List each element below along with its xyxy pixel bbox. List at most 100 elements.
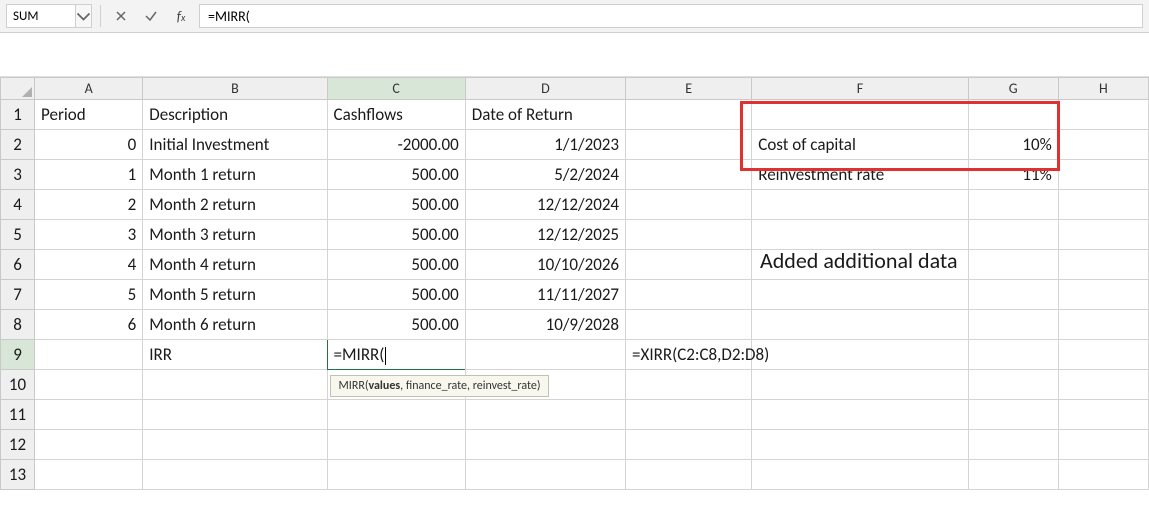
- col-header-D[interactable]: D: [465, 78, 625, 100]
- row-header-1[interactable]: 1: [1, 100, 35, 130]
- function-tooltip[interactable]: MIRR(values, finance_rate, reinvest_rate…: [330, 375, 550, 397]
- select-all-corner[interactable]: [1, 78, 35, 100]
- cell-A10[interactable]: [35, 370, 143, 400]
- cell-E10[interactable]: [626, 370, 752, 400]
- cell-F13[interactable]: [752, 460, 968, 490]
- cell-C8[interactable]: 500.00: [327, 310, 465, 340]
- cell-G10[interactable]: [968, 370, 1058, 400]
- cell-G7[interactable]: [968, 280, 1058, 310]
- cell-H9[interactable]: [1058, 340, 1148, 370]
- cell-F6[interactable]: [752, 250, 968, 280]
- row-header-8[interactable]: 8: [1, 310, 35, 340]
- cell-E9[interactable]: =XIRR(C2:C8,D2:D8): [626, 340, 752, 370]
- cell-A1[interactable]: Period: [35, 100, 143, 130]
- cell-H8[interactable]: [1058, 310, 1148, 340]
- cell-D11[interactable]: [465, 400, 625, 430]
- col-header-C[interactable]: C: [327, 78, 465, 100]
- cell-A7[interactable]: 5: [35, 280, 143, 310]
- enter-button[interactable]: [139, 4, 163, 28]
- cell-G4[interactable]: [968, 190, 1058, 220]
- cell-H6[interactable]: [1058, 250, 1148, 280]
- cell-H2[interactable]: [1058, 130, 1148, 160]
- cell-H3[interactable]: [1058, 160, 1148, 190]
- cell-G11[interactable]: [968, 400, 1058, 430]
- cell-E1[interactable]: [626, 100, 752, 130]
- cell-G3[interactable]: 11%: [968, 160, 1058, 190]
- row-header-3[interactable]: 3: [1, 160, 35, 190]
- col-header-G[interactable]: G: [968, 78, 1058, 100]
- cell-F3[interactable]: Reinvestment rate: [752, 160, 968, 190]
- cell-B8[interactable]: Month 6 return: [143, 310, 327, 340]
- cell-G1[interactable]: [968, 100, 1058, 130]
- cell-E11[interactable]: [626, 400, 752, 430]
- cell-A6[interactable]: 4: [35, 250, 143, 280]
- cell-G9[interactable]: [968, 340, 1058, 370]
- cell-F4[interactable]: [752, 190, 968, 220]
- cell-E4[interactable]: [626, 190, 752, 220]
- row-header-13[interactable]: 13: [1, 460, 35, 490]
- cell-A3[interactable]: 1: [35, 160, 143, 190]
- cell-E8[interactable]: [626, 310, 752, 340]
- cell-H1[interactable]: [1058, 100, 1148, 130]
- cell-C9[interactable]: =MIRR( MIRR(values, finance_rate, reinve…: [327, 340, 465, 370]
- cell-B7[interactable]: Month 5 return: [143, 280, 327, 310]
- cell-F1[interactable]: [752, 100, 968, 130]
- cell-H12[interactable]: [1058, 430, 1148, 460]
- cell-D7[interactable]: 11/11/2027: [465, 280, 625, 310]
- name-box[interactable]: SUM: [6, 4, 76, 28]
- cell-A9[interactable]: [35, 340, 143, 370]
- cell-F12[interactable]: [752, 430, 968, 460]
- cell-E13[interactable]: [626, 460, 752, 490]
- cell-B1[interactable]: Description: [143, 100, 327, 130]
- name-box-dropdown[interactable]: [76, 4, 92, 28]
- cell-D9[interactable]: [465, 340, 625, 370]
- cell-C2[interactable]: -2000.00: [327, 130, 465, 160]
- cell-B5[interactable]: Month 3 return: [143, 220, 327, 250]
- cell-C11[interactable]: [327, 400, 465, 430]
- cell-A5[interactable]: 3: [35, 220, 143, 250]
- row-header-5[interactable]: 5: [1, 220, 35, 250]
- cell-F7[interactable]: [752, 280, 968, 310]
- cell-A8[interactable]: 6: [35, 310, 143, 340]
- col-header-A[interactable]: A: [35, 78, 143, 100]
- cell-D13[interactable]: [465, 460, 625, 490]
- cell-C3[interactable]: 500.00: [327, 160, 465, 190]
- col-header-F[interactable]: F: [752, 78, 968, 100]
- cell-C13[interactable]: [327, 460, 465, 490]
- cell-G12[interactable]: [968, 430, 1058, 460]
- cancel-button[interactable]: [109, 4, 133, 28]
- row-header-11[interactable]: 11: [1, 400, 35, 430]
- cell-G13[interactable]: [968, 460, 1058, 490]
- cell-F5[interactable]: [752, 220, 968, 250]
- cell-E3[interactable]: [626, 160, 752, 190]
- cell-A4[interactable]: 2: [35, 190, 143, 220]
- cell-B11[interactable]: [143, 400, 327, 430]
- cell-A13[interactable]: [35, 460, 143, 490]
- cell-A2[interactable]: 0: [35, 130, 143, 160]
- cell-D2[interactable]: 1/1/2023: [465, 130, 625, 160]
- cell-H7[interactable]: [1058, 280, 1148, 310]
- cell-E6[interactable]: [626, 250, 752, 280]
- col-header-E[interactable]: E: [626, 78, 752, 100]
- cell-E5[interactable]: [626, 220, 752, 250]
- cell-H5[interactable]: [1058, 220, 1148, 250]
- cell-C1[interactable]: Cashflows: [327, 100, 465, 130]
- cell-F11[interactable]: [752, 400, 968, 430]
- cell-B13[interactable]: [143, 460, 327, 490]
- row-header-4[interactable]: 4: [1, 190, 35, 220]
- cell-A11[interactable]: [35, 400, 143, 430]
- cell-D8[interactable]: 10/9/2028: [465, 310, 625, 340]
- cell-F10[interactable]: [752, 370, 968, 400]
- cell-D5[interactable]: 12/12/2025: [465, 220, 625, 250]
- cell-D6[interactable]: 10/10/2026: [465, 250, 625, 280]
- row-header-12[interactable]: 12: [1, 430, 35, 460]
- cell-H4[interactable]: [1058, 190, 1148, 220]
- formula-input[interactable]: [199, 4, 1143, 28]
- row-header-6[interactable]: 6: [1, 250, 35, 280]
- cell-B12[interactable]: [143, 430, 327, 460]
- cell-H10[interactable]: [1058, 370, 1148, 400]
- cell-H13[interactable]: [1058, 460, 1148, 490]
- row-header-7[interactable]: 7: [1, 280, 35, 310]
- row-header-2[interactable]: 2: [1, 130, 35, 160]
- cell-A12[interactable]: [35, 430, 143, 460]
